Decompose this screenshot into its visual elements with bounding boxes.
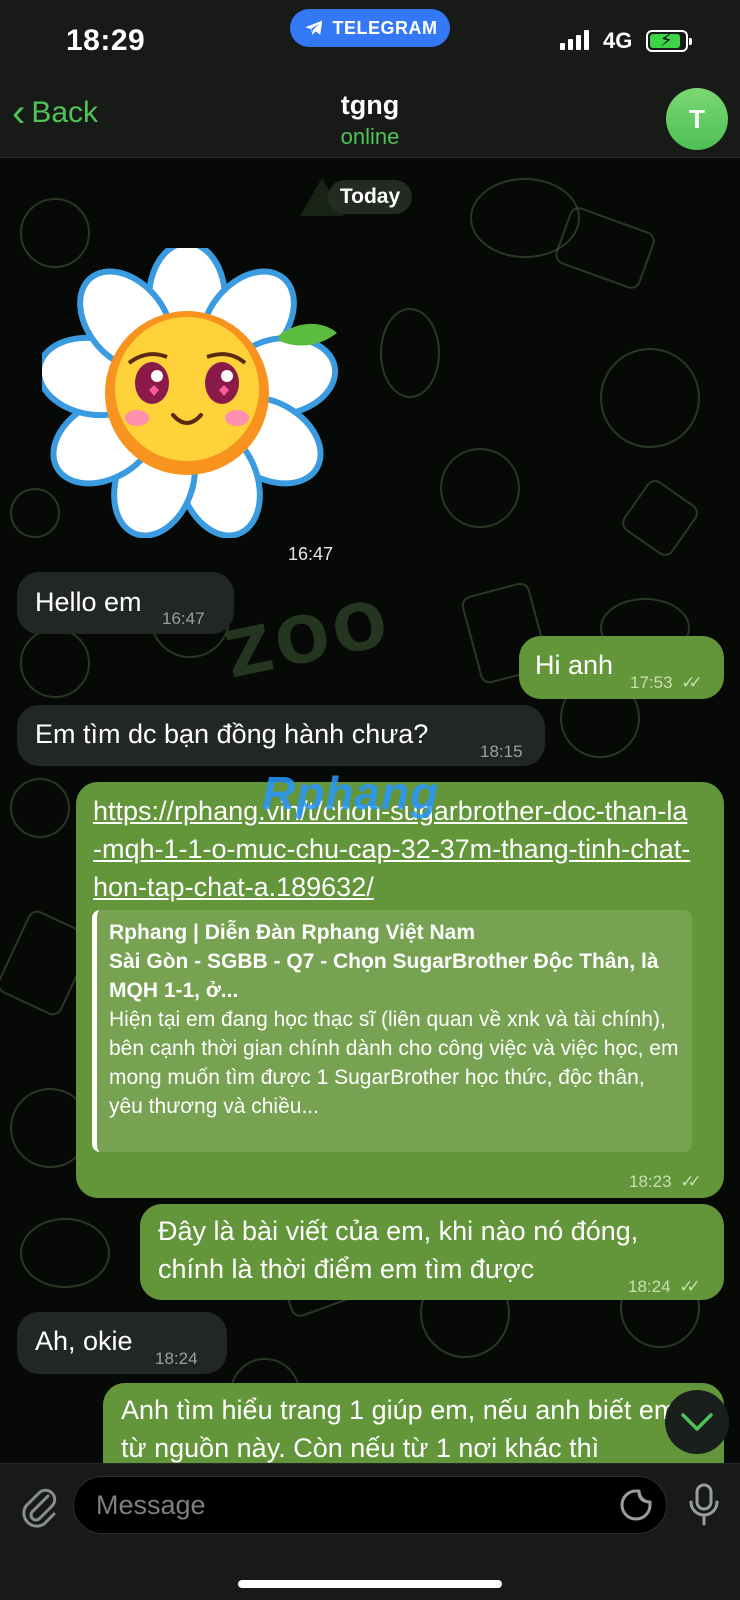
doodle-shape <box>20 628 90 698</box>
smiling-daisy-sticker[interactable] <box>42 248 342 538</box>
chat-title[interactable]: tgng <box>0 90 740 121</box>
sticker-time: 16:47 <box>288 544 334 564</box>
message-text: Hi anh <box>535 650 614 680</box>
scroll-to-bottom-button[interactable] <box>665 1390 729 1454</box>
doodle-shape <box>380 308 440 398</box>
date-separator: Today <box>328 180 412 214</box>
watermark-part-2: hang <box>325 767 440 819</box>
signal-icon <box>560 30 589 50</box>
doodle-shape <box>470 178 580 258</box>
outgoing-message[interactable]: Hi anh 17:53 ✓✓ <box>519 636 724 699</box>
avatar-letter: T <box>689 103 705 134</box>
doodle-shape <box>600 348 700 448</box>
preview-description: Hiện tại em đang học thạc sĩ (liên quan … <box>109 1008 679 1118</box>
doodle-shape <box>10 778 70 838</box>
message-time: 18:15 <box>480 742 523 761</box>
date-label: Today <box>339 185 401 208</box>
attach-icon[interactable] <box>18 1484 58 1528</box>
read-checkmarks-icon: ✓✓ <box>679 1277 700 1296</box>
incoming-message[interactable]: Em tìm dc bạn đồng hành chưa? 18:15 <box>17 705 545 766</box>
incoming-message[interactable]: Ah, okie 18:24 <box>17 1312 227 1374</box>
chevron-down-icon <box>681 1413 713 1431</box>
outgoing-link-message[interactable]: https://rphang.vin/t/chon-sugarbrother-d… <box>76 782 724 1198</box>
doodle-shape <box>618 476 702 560</box>
status-bar: 18:29 TELEGRAM 4G ⚡ <box>0 0 740 80</box>
doodle-shape <box>440 448 520 528</box>
message-field[interactable] <box>73 1476 667 1534</box>
doodle-shape <box>20 1218 110 1288</box>
telegram-icon <box>304 20 322 35</box>
rphang-watermark-logo: Rphang <box>262 766 439 820</box>
message-time: 18:24 <box>155 1349 198 1368</box>
message-text: Em tìm dc bạn đồng hành chưa? <box>35 719 429 749</box>
sticker-icon[interactable] <box>619 1488 653 1522</box>
telegram-pill-label: TELEGRAM <box>332 17 438 38</box>
avatar[interactable]: T <box>666 88 728 150</box>
chat-header: ‹ Back tgng online T <box>0 80 740 158</box>
outgoing-message[interactable]: Đây là bài viết của em, khi nào nó đóng,… <box>140 1204 724 1300</box>
message-meta: 18:23 ✓✓ <box>629 1163 702 1201</box>
microphone-icon[interactable] <box>686 1482 722 1528</box>
message-time: 16:47 <box>162 609 205 628</box>
link-preview[interactable]: Rphang | Diễn Đàn Rphang Việt Nam Sài Gò… <box>92 910 692 1152</box>
message-text: Anh tìm hiểu trang 1 giúp em, nếu anh bi… <box>121 1395 677 1463</box>
message-text: Hello em <box>35 587 142 617</box>
read-checkmarks-icon: ✓✓ <box>681 673 702 692</box>
preview-title: Sài Gòn - SGBB - Q7 - Chọn SugarBrother … <box>109 950 659 1002</box>
message-input[interactable] <box>96 1485 596 1525</box>
chat-status: online <box>340 124 400 149</box>
message-time: 18:23 <box>629 1172 672 1191</box>
incoming-message[interactable]: Hello em 16:47 <box>17 572 234 634</box>
watermark-part-1: Rp <box>262 767 326 819</box>
telegram-pill[interactable]: TELEGRAM <box>290 9 450 47</box>
message-time: 17:53 <box>630 673 673 692</box>
message-time: 18:24 <box>628 1277 671 1296</box>
message-meta: 17:53 ✓✓ <box>630 664 703 702</box>
zoo-doodle: ZOO <box>219 586 399 694</box>
home-indicator <box>238 1580 502 1588</box>
message-text: Ah, okie <box>35 1326 133 1356</box>
preview-site-name: Rphang | Diễn Đàn Rphang Việt Nam <box>109 921 476 944</box>
network-label: 4G <box>603 28 633 53</box>
message-meta: 18:24 ✓✓ <box>628 1268 701 1306</box>
status-time: 18:29 <box>66 24 146 57</box>
read-checkmarks-icon: ✓✓ <box>680 1172 701 1191</box>
battery-icon: ⚡ <box>646 30 692 52</box>
